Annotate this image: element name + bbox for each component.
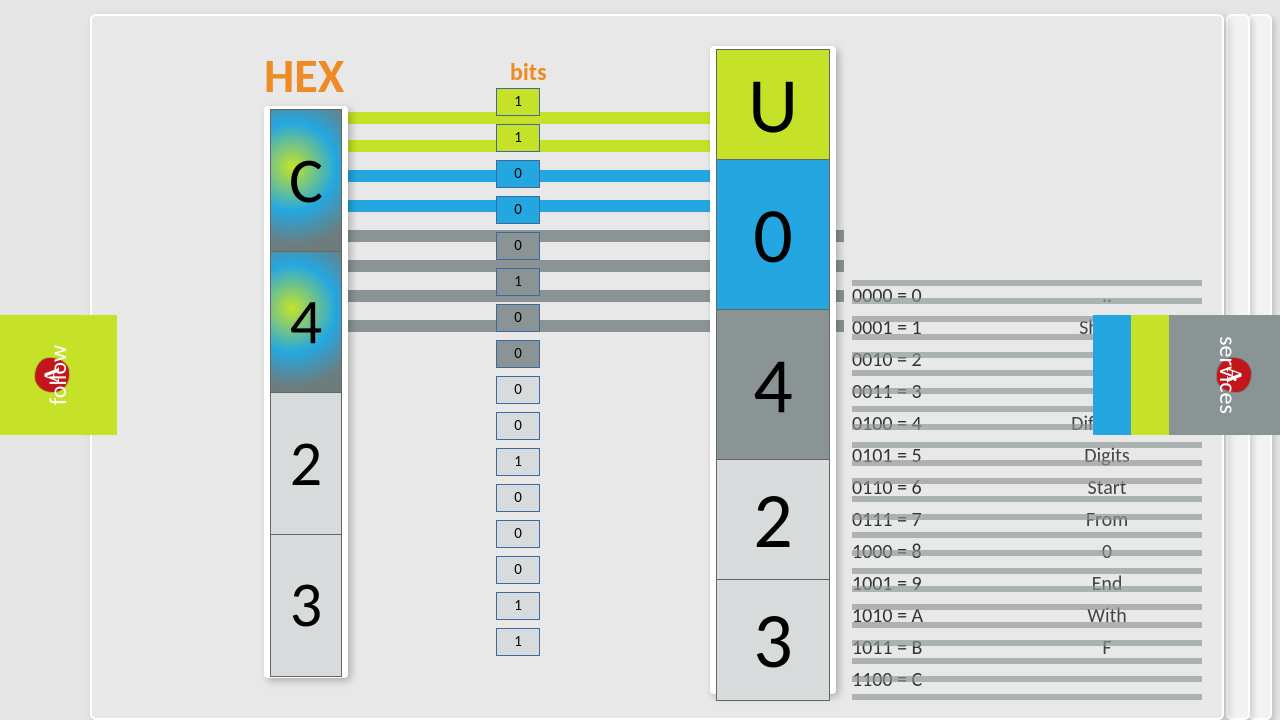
hex-digit: 2 (270, 392, 342, 536)
hex-map-row: 1100 = C (852, 664, 1202, 696)
follow-tab[interactable]: A follow (0, 315, 117, 435)
hex-heading: HEX (264, 46, 344, 105)
bit-cell: 0 (496, 484, 540, 512)
bit-cell: 0 (496, 412, 540, 440)
utf-cell: 3 (716, 579, 830, 701)
services-tab-label: services (1213, 315, 1242, 435)
follow-tab-label: follow (44, 315, 73, 435)
stage: HEX bits C423 1100010000100011 U0423 ..S… (0, 0, 1280, 720)
bit-cell: 0 (496, 520, 540, 548)
bit-cell: 1 (496, 448, 540, 476)
main-card: HEX bits C423 1100010000100011 U0423 ..S… (90, 14, 1224, 720)
utf-cell: 4 (716, 309, 830, 461)
hex-map-row: 1101 = D (852, 696, 1202, 700)
bits-heading: bits (510, 58, 547, 87)
bit-cell: 1 (496, 124, 540, 152)
bit-cell: 1 (496, 88, 540, 116)
bits-column: 1 1 0 0 0 1 0 0 0 0 1 0 0 0 1 1 (496, 88, 540, 664)
utf-cell: 2 (716, 459, 830, 581)
bit-cell: 1 (496, 268, 540, 296)
services-tab[interactable]: Aservices (1169, 315, 1280, 435)
bit-cell: 0 (496, 232, 540, 260)
bit-cell: 0 (496, 376, 540, 404)
hex-digit: 3 (270, 534, 342, 678)
utf-column: U0423 (710, 46, 836, 694)
bit-cell: 1 (496, 628, 540, 656)
hex-digit: C (270, 109, 342, 253)
hex-digit: 4 (270, 251, 342, 395)
bit-cell: 0 (496, 304, 540, 332)
utf-cell: 0 (716, 159, 830, 311)
bit-cell: 0 (496, 196, 540, 224)
bit-cell: 0 (496, 340, 540, 368)
bit-cell: 0 (496, 556, 540, 584)
bit-cell: 1 (496, 592, 540, 620)
bit-cell: 0 (496, 160, 540, 188)
utf-cell: U (716, 49, 830, 161)
hex-column: C423 (264, 106, 348, 678)
